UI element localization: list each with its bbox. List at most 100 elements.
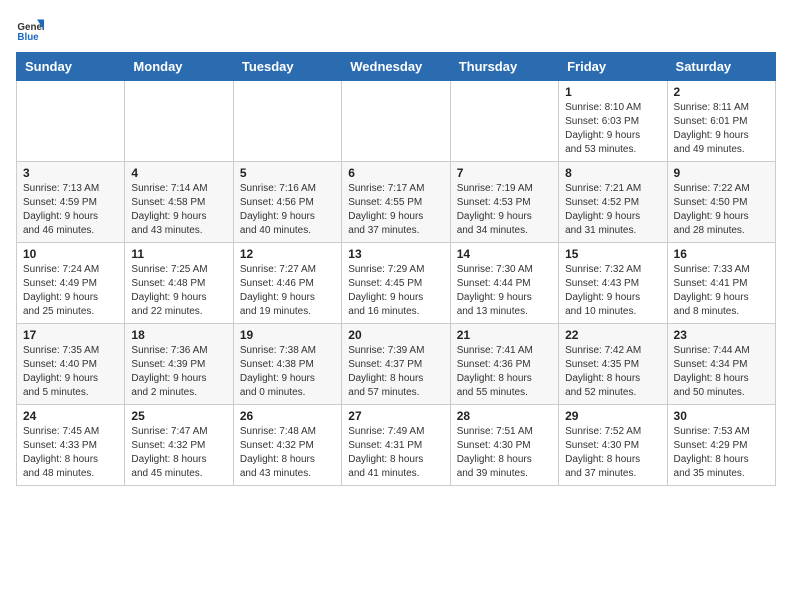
calendar-cell: 7 Sunrise: 7:19 AM Sunset: 4:53 PM Daylig… (450, 162, 558, 243)
day-detail: Sunrise: 8:11 AM Sunset: 6:01 PM Dayligh… (674, 101, 769, 157)
calendar: SundayMondayTuesdayWednesdayThursdayFrid… (16, 52, 776, 486)
day-detail: Sunrise: 7:39 AM Sunset: 4:37 PM Dayligh… (348, 344, 443, 400)
day-number: 2 (674, 85, 769, 99)
day-detail: Sunrise: 7:42 AM Sunset: 4:35 PM Dayligh… (565, 344, 660, 400)
day-number: 30 (674, 409, 769, 423)
calendar-cell: 17 Sunrise: 7:35 AM Sunset: 4:40 PM Dayli… (17, 324, 125, 405)
day-detail: Sunrise: 7:14 AM Sunset: 4:58 PM Dayligh… (131, 182, 226, 238)
day-number: 22 (565, 328, 660, 342)
day-number: 1 (565, 85, 660, 99)
calendar-cell: 26 Sunrise: 7:48 AM Sunset: 4:32 PM Dayli… (233, 405, 341, 486)
day-detail: Sunrise: 7:27 AM Sunset: 4:46 PM Dayligh… (240, 263, 335, 319)
calendar-cell: 4 Sunrise: 7:14 AM Sunset: 4:58 PM Daylig… (125, 162, 233, 243)
day-detail: Sunrise: 7:30 AM Sunset: 4:44 PM Dayligh… (457, 263, 552, 319)
calendar-cell: 12 Sunrise: 7:27 AM Sunset: 4:46 PM Dayli… (233, 243, 341, 324)
day-number: 15 (565, 247, 660, 261)
day-detail: Sunrise: 7:38 AM Sunset: 4:38 PM Dayligh… (240, 344, 335, 400)
day-number: 26 (240, 409, 335, 423)
day-number: 5 (240, 166, 335, 180)
calendar-cell: 29 Sunrise: 7:52 AM Sunset: 4:30 PM Dayli… (559, 405, 667, 486)
calendar-cell (233, 81, 341, 162)
day-detail: Sunrise: 7:52 AM Sunset: 4:30 PM Dayligh… (565, 425, 660, 481)
day-detail: Sunrise: 7:24 AM Sunset: 4:49 PM Dayligh… (23, 263, 118, 319)
day-number: 10 (23, 247, 118, 261)
calendar-cell: 2 Sunrise: 8:11 AM Sunset: 6:01 PM Daylig… (667, 81, 775, 162)
calendar-cell: 1 Sunrise: 8:10 AM Sunset: 6:03 PM Daylig… (559, 81, 667, 162)
day-number: 16 (674, 247, 769, 261)
day-of-week-header: Friday (559, 53, 667, 81)
calendar-cell: 21Sunrise: 7:41 AM Sunset: 4:36 PM Dayli… (450, 324, 558, 405)
day-number: 27 (348, 409, 443, 423)
calendar-week-row: 10 Sunrise: 7:24 AM Sunset: 4:49 PM Dayli… (17, 243, 776, 324)
day-number: 24 (23, 409, 118, 423)
day-detail: Sunrise: 7:32 AM Sunset: 4:43 PM Dayligh… (565, 263, 660, 319)
calendar-cell (450, 81, 558, 162)
day-detail: Sunrise: 7:22 AM Sunset: 4:50 PM Dayligh… (674, 182, 769, 238)
day-number: 6 (348, 166, 443, 180)
calendar-cell: 6Sunrise: 7:17 AM Sunset: 4:55 PM Daylig… (342, 162, 450, 243)
day-of-week-header: Monday (125, 53, 233, 81)
calendar-cell: 19 Sunrise: 7:38 AM Sunset: 4:38 PM Dayli… (233, 324, 341, 405)
day-detail: Sunrise: 7:48 AM Sunset: 4:32 PM Dayligh… (240, 425, 335, 481)
calendar-cell: 9 Sunrise: 7:22 AM Sunset: 4:50 PM Daylig… (667, 162, 775, 243)
day-number: 25 (131, 409, 226, 423)
calendar-week-row: 3 Sunrise: 7:13 AM Sunset: 4:59 PM Daylig… (17, 162, 776, 243)
calendar-cell: 27Sunrise: 7:49 AM Sunset: 4:31 PM Dayli… (342, 405, 450, 486)
calendar-cell: 15 Sunrise: 7:32 AM Sunset: 4:43 PM Dayli… (559, 243, 667, 324)
calendar-cell: 11Sunrise: 7:25 AM Sunset: 4:48 PM Dayli… (125, 243, 233, 324)
day-detail: Sunrise: 7:16 AM Sunset: 4:56 PM Dayligh… (240, 182, 335, 238)
calendar-week-row: 17 Sunrise: 7:35 AM Sunset: 4:40 PM Dayli… (17, 324, 776, 405)
day-detail: Sunrise: 7:45 AM Sunset: 4:33 PM Dayligh… (23, 425, 118, 481)
calendar-cell: 22 Sunrise: 7:42 AM Sunset: 4:35 PM Dayli… (559, 324, 667, 405)
day-detail: Sunrise: 7:51 AM Sunset: 4:30 PM Dayligh… (457, 425, 552, 481)
calendar-header-row: SundayMondayTuesdayWednesdayThursdayFrid… (17, 53, 776, 81)
day-detail: Sunrise: 7:21 AM Sunset: 4:52 PM Dayligh… (565, 182, 660, 238)
day-detail: Sunrise: 7:25 AM Sunset: 4:48 PM Dayligh… (131, 263, 226, 319)
calendar-cell: 24 Sunrise: 7:45 AM Sunset: 4:33 PM Dayli… (17, 405, 125, 486)
calendar-cell: 3 Sunrise: 7:13 AM Sunset: 4:59 PM Daylig… (17, 162, 125, 243)
day-number: 18 (131, 328, 226, 342)
day-number: 29 (565, 409, 660, 423)
day-number: 17 (23, 328, 118, 342)
calendar-week-row: 24 Sunrise: 7:45 AM Sunset: 4:33 PM Dayli… (17, 405, 776, 486)
day-detail: Sunrise: 7:13 AM Sunset: 4:59 PM Dayligh… (23, 182, 118, 238)
day-detail: Sunrise: 7:36 AM Sunset: 4:39 PM Dayligh… (131, 344, 226, 400)
day-of-week-header: Sunday (17, 53, 125, 81)
day-of-week-header: Thursday (450, 53, 558, 81)
day-number: 28 (457, 409, 552, 423)
calendar-cell: 14Sunrise: 7:30 AM Sunset: 4:44 PM Dayli… (450, 243, 558, 324)
day-detail: Sunrise: 7:35 AM Sunset: 4:40 PM Dayligh… (23, 344, 118, 400)
day-number: 9 (674, 166, 769, 180)
calendar-cell: 16 Sunrise: 7:33 AM Sunset: 4:41 PM Dayli… (667, 243, 775, 324)
day-detail: Sunrise: 7:19 AM Sunset: 4:53 PM Dayligh… (457, 182, 552, 238)
calendar-cell (342, 81, 450, 162)
calendar-cell: 23 Sunrise: 7:44 AM Sunset: 4:34 PM Dayli… (667, 324, 775, 405)
day-number: 12 (240, 247, 335, 261)
logo: General Blue (16, 16, 44, 44)
day-number: 8 (565, 166, 660, 180)
day-number: 19 (240, 328, 335, 342)
day-number: 7 (457, 166, 552, 180)
logo-icon: General Blue (16, 16, 44, 44)
day-detail: Sunrise: 7:44 AM Sunset: 4:34 PM Dayligh… (674, 344, 769, 400)
day-number: 3 (23, 166, 118, 180)
day-detail: Sunrise: 7:29 AM Sunset: 4:45 PM Dayligh… (348, 263, 443, 319)
calendar-cell: 20 Sunrise: 7:39 AM Sunset: 4:37 PM Dayli… (342, 324, 450, 405)
day-number: 21 (457, 328, 552, 342)
calendar-cell: 8 Sunrise: 7:21 AM Sunset: 4:52 PM Daylig… (559, 162, 667, 243)
day-detail: Sunrise: 7:53 AM Sunset: 4:29 PM Dayligh… (674, 425, 769, 481)
calendar-cell: 28 Sunrise: 7:51 AM Sunset: 4:30 PM Dayli… (450, 405, 558, 486)
day-of-week-header: Saturday (667, 53, 775, 81)
day-number: 4 (131, 166, 226, 180)
calendar-cell: 13 Sunrise: 7:29 AM Sunset: 4:45 PM Dayli… (342, 243, 450, 324)
day-detail: Sunrise: 7:33 AM Sunset: 4:41 PM Dayligh… (674, 263, 769, 319)
calendar-cell: 5 Sunrise: 7:16 AM Sunset: 4:56 PM Daylig… (233, 162, 341, 243)
calendar-cell: 10 Sunrise: 7:24 AM Sunset: 4:49 PM Dayli… (17, 243, 125, 324)
day-number: 23 (674, 328, 769, 342)
day-detail: Sunrise: 8:10 AM Sunset: 6:03 PM Dayligh… (565, 101, 660, 157)
calendar-cell (17, 81, 125, 162)
day-number: 13 (348, 247, 443, 261)
day-of-week-header: Wednesday (342, 53, 450, 81)
day-number: 20 (348, 328, 443, 342)
day-of-week-header: Tuesday (233, 53, 341, 81)
